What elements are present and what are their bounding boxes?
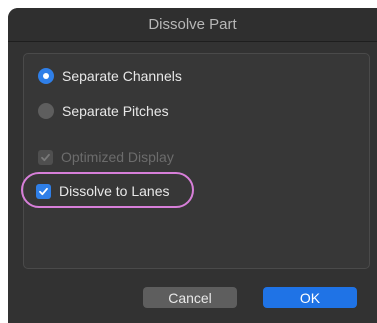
ok-button[interactable]: OK — [263, 287, 357, 308]
separate-pitches-label: Separate Pitches — [62, 103, 169, 119]
radio-selected-icon[interactable] — [38, 68, 54, 84]
cancel-button[interactable]: Cancel — [143, 287, 237, 308]
optimized-display-option: Optimized Display — [38, 149, 174, 165]
dissolve-to-lanes-label: Dissolve to Lanes — [59, 183, 170, 199]
separate-pitches-option[interactable]: Separate Pitches — [38, 103, 169, 119]
checkbox-checked-icon[interactable] — [36, 183, 51, 199]
radio-unselected-icon[interactable] — [38, 103, 54, 119]
optimized-display-label: Optimized Display — [61, 149, 174, 165]
separate-channels-label: Separate Channels — [62, 68, 182, 84]
checkbox-disabled-icon — [38, 149, 53, 165]
dissolve-to-lanes-option[interactable]: Dissolve to Lanes — [36, 183, 170, 199]
separate-channels-option[interactable]: Separate Channels — [38, 68, 182, 84]
dissolve-part-dialog: Dissolve Part Separate Channels Separate… — [8, 8, 377, 323]
title-bar: Dissolve Part — [8, 8, 377, 42]
dialog-title: Dissolve Part — [148, 16, 237, 33]
radio-dot-icon — [43, 73, 49, 79]
